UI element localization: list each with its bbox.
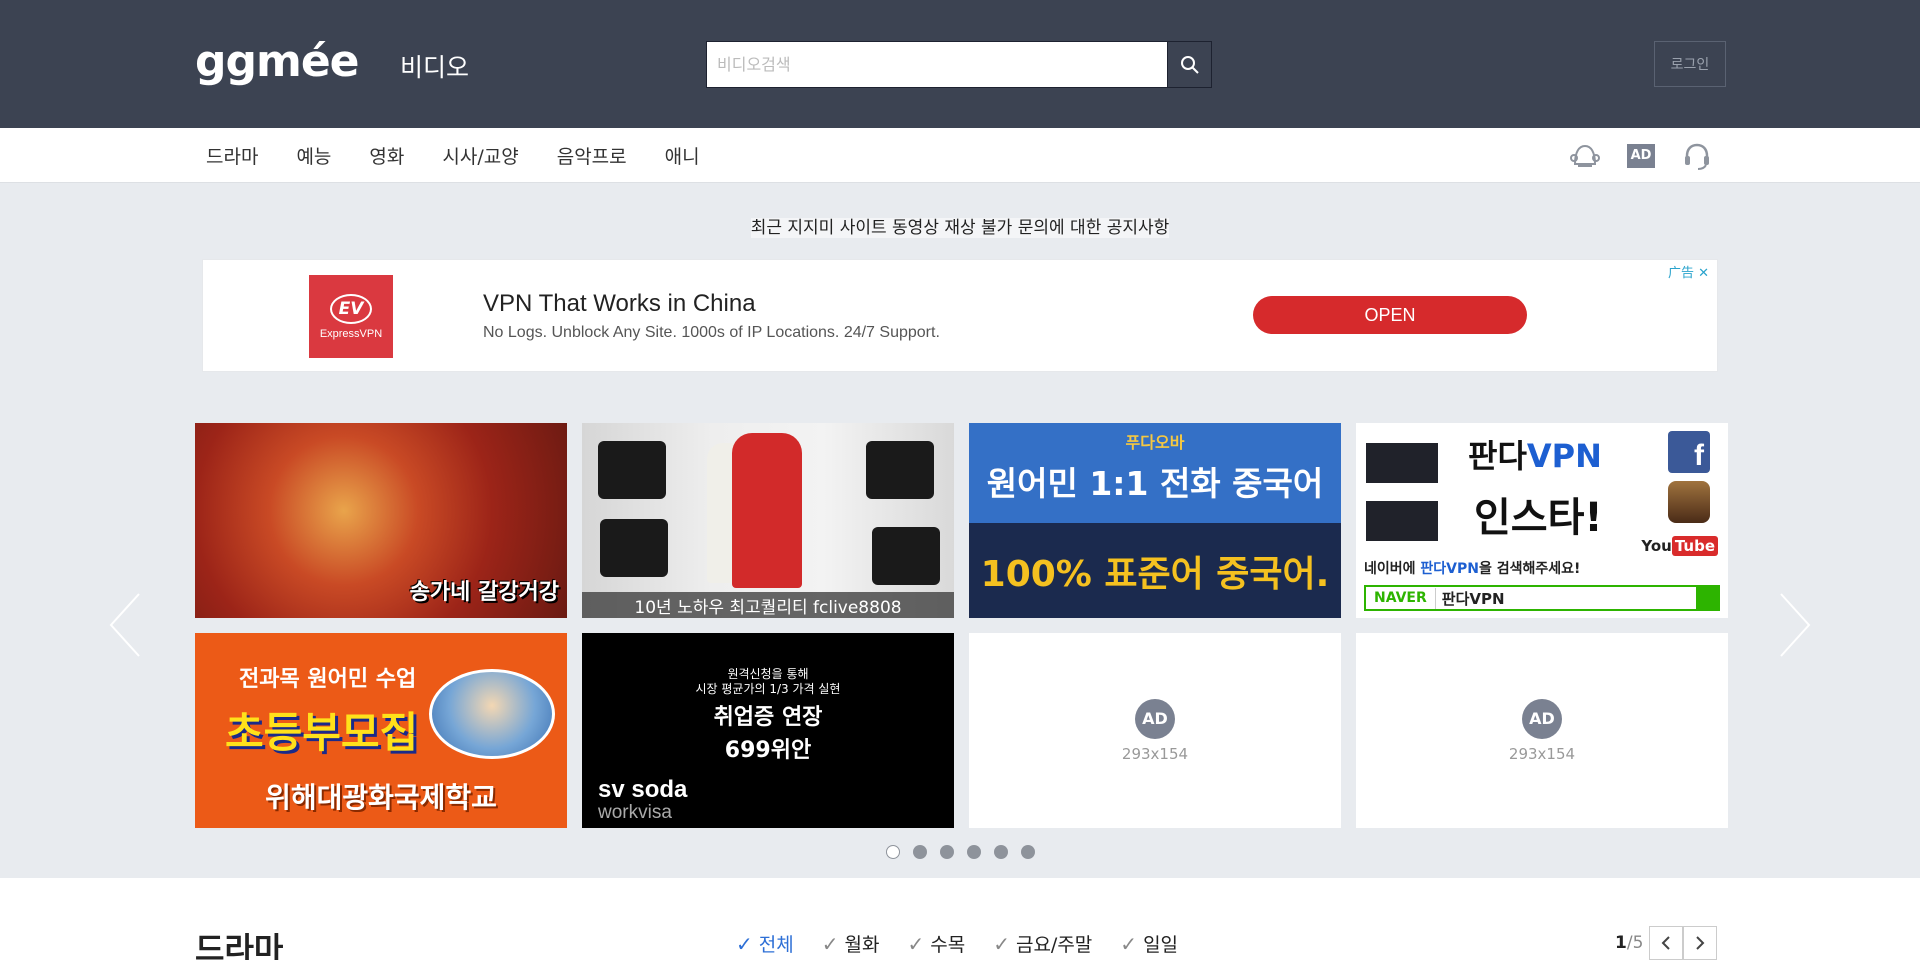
notification-icon[interactable] [1570, 141, 1600, 171]
check-icon: ✓ [907, 931, 925, 956]
chevron-left-icon [1661, 936, 1671, 950]
carousel-next-arrow[interactable] [1775, 590, 1815, 660]
carousel-pagination [0, 845, 1920, 859]
nav-item-music[interactable]: 음악프로 [557, 142, 627, 169]
chevron-right-icon [1696, 936, 1705, 950]
category-nav: 드라마 예능 영화 시사/교양 음악프로 애니 AD [0, 128, 1920, 183]
game-thumbnail [1366, 443, 1438, 483]
ad-tile-food[interactable]: 송가네 갈강거강 [195, 423, 567, 618]
ad-tile-line2: 초등부모집 [225, 708, 419, 757]
ad-tile-title: 판다VPN [1468, 437, 1602, 475]
nav-item-movie[interactable]: 영화 [369, 142, 404, 169]
handbag-image [598, 441, 666, 499]
check-icon: ✓ [821, 931, 839, 956]
carousel-dot[interactable] [1020, 845, 1035, 859]
day-filter-group: ✓ 전체 ✓ 월화 ✓ 수목 ✓ 금요/주말 ✓ 일일 [736, 930, 1178, 957]
youtube-icon: You Tube [1641, 536, 1718, 556]
check-icon: ✓ [736, 931, 753, 956]
notice-bar: 최근 지지미 사이트 동영상 재상 불가 문의에 대한 공지사항 [0, 213, 1920, 238]
ad-tile-headline: 취업증 연장 699위안 [713, 705, 823, 763]
ad-tile-brand: 푸다오바 [1125, 433, 1185, 452]
ad-headline[interactable]: VPN That Works in China [483, 290, 756, 318]
ad-tile-caption: 10년 노하우 최고퀄리티 fclive8808 [582, 592, 954, 618]
ad-size-label: 293x154 [1508, 744, 1576, 763]
nav-item-anime[interactable]: 애니 [665, 142, 700, 169]
ad-tile-panda-vpn[interactable]: 판다VPN 인스타! f You Tube 네이버에 판다VPN을 검색해주세요!… [1356, 423, 1728, 618]
ad-tile-placeholder[interactable]: AD 293x154 [1356, 633, 1728, 828]
check-icon: ✓ [1120, 931, 1138, 956]
filter-mon-tue[interactable]: ✓ 월화 [822, 930, 880, 957]
ad-choices-close[interactable]: 广告 ✕ [1668, 262, 1709, 281]
ad-tile-line2: 인스타! [1474, 495, 1603, 541]
nav-item-current-affairs[interactable]: 시사/교양 [442, 142, 518, 169]
carousel-dot[interactable] [939, 845, 954, 859]
ad-tile-subtext: 원격신청을 통해 시장 평균가의 1/3 가격 실현 [695, 667, 841, 696]
search-box [706, 41, 1212, 88]
workvisa-logo: sv soda workvisa [598, 776, 688, 823]
expressvpn-brand: ExpressVPN [319, 327, 383, 340]
search-icon [1696, 587, 1718, 609]
filter-all[interactable]: ✓ 전체 [736, 930, 794, 957]
page-indicator: 1/5 [1615, 933, 1644, 953]
instagram-icon [1668, 481, 1710, 523]
filter-wed-thu[interactable]: ✓ 수목 [907, 930, 965, 957]
site-logo[interactable]: ggmée [195, 36, 360, 87]
expressvpn-mark: EV [330, 293, 372, 324]
carousel-dot[interactable] [912, 845, 927, 859]
ad-icon[interactable]: AD [1626, 141, 1656, 171]
section-pager: 1/5 [1615, 926, 1718, 960]
ad-tile-line1: 원어민 1:1 전화 중국어 [986, 464, 1324, 503]
search-input[interactable] [707, 42, 1169, 87]
ad-badge-icon: AD [1135, 698, 1175, 739]
chevron-right-icon [1780, 593, 1811, 657]
top-header: ggmée 비디오 로그인 [0, 0, 1920, 128]
handbag-image [866, 441, 934, 499]
ad-tile-line2: 100% 표준어 중국어. [980, 554, 1330, 595]
filter-daily[interactable]: ✓ 일일 [1120, 930, 1178, 957]
section-title[interactable]: 비디오 [400, 48, 469, 84]
ad-tile-chinese-lesson[interactable]: 푸다오바 원어민 1:1 전화 중국어 100% 표준어 중국어. [969, 423, 1341, 618]
nav-item-drama[interactable]: 드라마 [206, 142, 258, 169]
handbag-image [600, 519, 668, 577]
ad-tile-workvisa[interactable]: 원격신청을 통해 시장 평균가의 1/3 가격 실현 취업증 연장 699위안 sv… [582, 633, 954, 828]
vpn-ad-banner[interactable]: EV ExpressVPN VPN That Works in China No… [202, 259, 1718, 372]
filter-fri-weekend[interactable]: ✓ 금요/주말 [993, 930, 1092, 957]
headset-icon[interactable] [1682, 141, 1712, 171]
ad-tile-line1: 전과목 원어민 수업 [239, 667, 417, 692]
handbag-image [872, 527, 940, 585]
expressvpn-logo[interactable]: EV ExpressVPN [309, 275, 393, 358]
carousel-dot[interactable] [993, 845, 1008, 859]
nav-item-variety[interactable]: 예능 [296, 142, 331, 169]
carousel-dot[interactable] [966, 845, 981, 859]
ad-tile-placeholder[interactable]: AD 293x154 [969, 633, 1341, 828]
ad-tile-fashion[interactable]: 10년 노하우 최고퀄리티 fclive8808 [582, 423, 954, 618]
facebook-icon: f [1668, 431, 1710, 473]
check-icon: ✓ [993, 931, 1010, 956]
next-page-button[interactable] [1683, 926, 1718, 960]
game-thumbnail [1366, 501, 1438, 541]
ad-subtext: No Logs. Unblock Any Site. 1000s of IP L… [483, 324, 940, 341]
ad-tile-school[interactable]: 전과목 원어민 수업 초등부모집 위해대광화국제학교 [195, 633, 567, 828]
search-icon [1180, 55, 1199, 74]
carousel-prev-arrow[interactable] [105, 590, 145, 660]
naver-search-mock: NAVER 판다VPN [1364, 585, 1720, 611]
carousel-dot[interactable] [885, 845, 900, 859]
ad-carousel: 송가네 갈강거강 10년 노하우 최고퀄리티 fclive8808 푸다오바 원… [195, 423, 1728, 828]
students-photo [429, 669, 555, 759]
prev-page-button[interactable] [1649, 926, 1684, 960]
ad-size-label: 293x154 [1121, 744, 1189, 763]
ad-open-button[interactable]: OPEN [1253, 296, 1527, 334]
section-heading: 드라마 [195, 930, 284, 960]
drama-section: 드라마 ✓ 전체 ✓ 월화 ✓ 수목 ✓ 금요/주말 ✓ 일일 1/5 [0, 878, 1920, 960]
chevron-left-icon [109, 593, 140, 657]
ad-tile-line3: 위해대광화국제학교 [265, 781, 497, 814]
model-image [732, 433, 802, 588]
login-button[interactable]: 로그인 [1654, 41, 1726, 87]
notice-link[interactable]: 최근 지지미 사이트 동영상 재상 불가 문의에 대한 공지사항 [750, 218, 1170, 238]
ad-tile-caption: 송가네 갈강거강 [409, 580, 559, 605]
ad-tile-instruction: 네이버에 판다VPN을 검색해주세요! [1364, 561, 1581, 577]
ad-badge-icon: AD [1522, 698, 1562, 739]
search-button[interactable] [1167, 42, 1211, 87]
